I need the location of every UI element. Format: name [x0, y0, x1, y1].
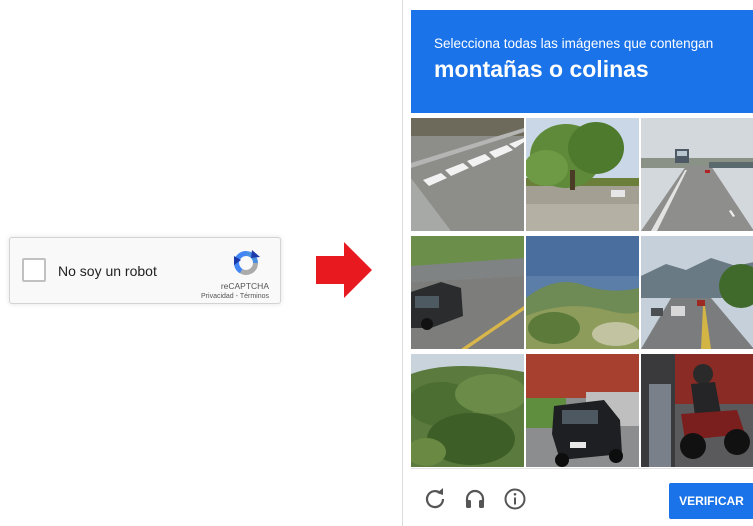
image-grid	[411, 118, 753, 468]
image-tile-5[interactable]	[526, 236, 639, 349]
right-arrow-icon	[316, 242, 372, 298]
challenge-instruction: Selecciona todas las imágenes que conten…	[434, 36, 714, 51]
recaptcha-brand: reCAPTCHA	[220, 281, 269, 291]
challenge-header: Selecciona todas las imágenes que conten…	[411, 10, 753, 113]
recaptcha-challenge-panel: Selecciona todas las imágenes que conten…	[402, 0, 753, 526]
reload-icon[interactable]	[423, 487, 447, 511]
image-tile-9[interactable]	[641, 354, 753, 467]
info-icon[interactable]	[503, 487, 527, 511]
recaptcha-links: Privacidad - Términos	[201, 293, 269, 300]
recaptcha-widget: No soy un robot reCAPTCHA Privacidad - T…	[9, 237, 281, 304]
image-tile-1[interactable]	[411, 118, 524, 231]
privacy-link[interactable]: Privacidad	[201, 293, 234, 300]
image-tile-6[interactable]	[641, 236, 753, 349]
challenge-footer: VERIFICAR	[411, 468, 753, 526]
challenge-target: montañas o colinas	[434, 56, 649, 82]
not-robot-checkbox[interactable]	[22, 258, 46, 282]
headphones-icon[interactable]	[463, 487, 487, 511]
recaptcha-logo-icon	[233, 250, 260, 276]
image-tile-2[interactable]	[526, 118, 639, 231]
checkbox-label: No soy un robot	[58, 263, 157, 279]
verify-button[interactable]: VERIFICAR	[669, 483, 753, 519]
image-tile-4[interactable]	[411, 236, 524, 349]
terms-link[interactable]: Términos	[240, 293, 269, 300]
image-tile-8[interactable]	[526, 354, 639, 467]
image-tile-7[interactable]	[411, 354, 524, 467]
image-tile-3[interactable]	[641, 118, 753, 231]
